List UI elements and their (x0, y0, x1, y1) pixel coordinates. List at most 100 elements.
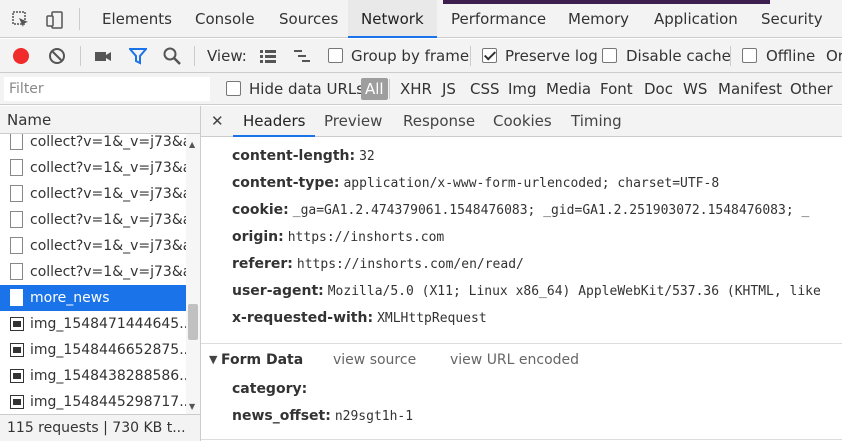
filter-type-doc[interactable]: Doc (644, 73, 673, 105)
tab-memory[interactable]: Memory (568, 0, 629, 38)
group-by-frame-checkbox[interactable] (328, 48, 343, 63)
request-name: collect?v=1&_v=j73&a... (30, 160, 186, 176)
disable-cache-label: Disable cache (626, 47, 731, 65)
header-name: content-type: (232, 175, 340, 191)
filter-type-xhr[interactable]: XHR (400, 73, 432, 105)
request-row[interactable]: collect?v=1&_v=j73&a... (0, 207, 186, 233)
header-name: content-length: (232, 148, 356, 164)
tab-network[interactable]: Network (348, 0, 437, 38)
view-url-encoded-link[interactable]: view URL encoded (450, 344, 579, 376)
header-value: XMLHttpRequest (377, 311, 487, 326)
filter-type-other[interactable]: Other (790, 73, 833, 105)
header-name: cookie: (232, 202, 289, 218)
collapse-triangle-icon[interactable]: ▼ (209, 344, 217, 376)
header-value: https://inshorts.com/en/read/ (296, 257, 524, 272)
request-row[interactable]: img_1548438288586... (0, 363, 186, 389)
image-icon (10, 343, 24, 357)
scroll-up-arrow-icon[interactable]: ▲ (189, 140, 195, 149)
header-value: n29sgt1h-1 (334, 409, 414, 424)
header-value: https://inshorts.com (287, 230, 445, 245)
header-name: user-agent: (232, 283, 324, 299)
search-icon[interactable] (163, 47, 181, 65)
header-row: cookie: _ga=GA1.2.474379061.1548476083; _… (232, 200, 809, 220)
request-list-scrollbar[interactable] (186, 134, 200, 414)
request-name: collect?v=1&_v=j73&a... (30, 186, 186, 202)
tab-sources[interactable]: Sources (279, 0, 338, 38)
filter-type-manifest[interactable]: Manifest (718, 73, 782, 105)
preserve-log-checkbox[interactable] (482, 48, 497, 63)
filter-type-all[interactable]: All (361, 78, 388, 100)
offline-checkbox[interactable] (742, 48, 757, 63)
header-row: content-length: 32 (232, 146, 375, 166)
toolbar-separator (470, 46, 471, 66)
name-column-header[interactable]: Name (0, 106, 200, 134)
tab-cookies[interactable]: Cookies (493, 106, 552, 137)
request-name: collect?v=1&_v=j73&a... (30, 134, 186, 150)
request-row[interactable]: collect?v=1&_v=j73&a... (0, 134, 186, 155)
toolbar-separator (730, 46, 731, 66)
request-row[interactable]: more_news (0, 285, 186, 311)
view-label: View: (207, 47, 247, 65)
request-row[interactable]: collect?v=1&_v=j73&a... (0, 233, 186, 259)
throttling-select[interactable]: Or (826, 39, 842, 73)
tab-preview[interactable]: Preview (324, 106, 382, 137)
request-name: collect?v=1&_v=j73&a... (30, 238, 186, 254)
header-name: origin: (232, 229, 284, 245)
disable-cache-checkbox[interactable] (602, 48, 617, 63)
tab-elements[interactable]: Elements (102, 0, 172, 38)
filter-type-media[interactable]: Media (546, 73, 591, 105)
request-row[interactable]: img_1548445298717... (0, 389, 186, 414)
form-data-section-header[interactable]: ▼ Form Data view source view URL encoded (201, 344, 842, 376)
hide-data-urls-checkbox[interactable] (226, 81, 241, 96)
close-details-icon[interactable]: ✕ (211, 106, 224, 137)
scrollbar-thumb[interactable] (188, 304, 198, 340)
filter-type-ws[interactable]: WS (683, 73, 707, 105)
tab-response[interactable]: Response (403, 106, 475, 137)
request-summary-status: 115 requests | 730 KB t... (0, 414, 200, 441)
request-name: img_1548438288586... (30, 368, 186, 384)
view-source-link[interactable]: view source (333, 344, 416, 376)
record-icon[interactable] (12, 47, 30, 65)
document-icon (10, 263, 23, 280)
large-rows-icon[interactable] (259, 47, 277, 65)
capture-screenshots-icon[interactable] (94, 47, 112, 65)
request-name: img_1548446652875... (30, 342, 186, 358)
clear-icon[interactable] (48, 47, 66, 65)
request-row[interactable]: img_1548471444645... (0, 311, 186, 337)
tab-security[interactable]: Security (761, 0, 823, 38)
tab-headers[interactable]: Headers (233, 106, 316, 137)
filter-type-js[interactable]: JS (442, 73, 456, 105)
filter-type-css[interactable]: CSS (470, 73, 500, 105)
header-name: news_offset: (232, 408, 331, 424)
request-row[interactable]: collect?v=1&_v=j73&a... (0, 181, 186, 207)
document-icon (10, 159, 23, 176)
request-list: collect?v=1&_v=j73&a... collect?v=1&_v=j7… (0, 134, 200, 414)
image-icon (10, 369, 24, 383)
tab-console[interactable]: Console (195, 0, 255, 38)
request-row[interactable]: collect?v=1&_v=j73&a... (0, 155, 186, 181)
request-row[interactable]: collect?v=1&_v=j73&a... (0, 259, 186, 285)
filter-icon[interactable] (127, 47, 149, 65)
filter-input[interactable] (4, 77, 210, 101)
document-icon (10, 134, 23, 150)
filter-type-img[interactable]: Img (508, 73, 537, 105)
request-row[interactable]: img_1548446652875... (0, 337, 186, 363)
tab-timing[interactable]: Timing (571, 106, 622, 137)
inspect-element-icon[interactable] (12, 11, 30, 29)
header-value: application/x-www-form-urlencoded; chars… (343, 176, 720, 191)
detail-tab-bar: ✕ Headers Preview Response Cookies Timin… (201, 106, 842, 137)
tab-application[interactable]: Application (654, 0, 738, 38)
image-icon (10, 395, 24, 409)
offline-label: Offline (766, 47, 816, 65)
tab-performance[interactable]: Performance (451, 0, 546, 38)
document-icon (10, 289, 23, 306)
header-row: user-agent: Mozilla/5.0 (X11; Linux x86_6… (232, 281, 821, 301)
form-data-title: Form Data (221, 352, 304, 368)
request-name: img_1548445298717... (30, 394, 186, 410)
scroll-down-arrow-icon[interactable]: ▼ (189, 402, 195, 411)
header-row: origin: https://inshorts.com (232, 227, 444, 247)
device-toolbar-icon[interactable] (46, 11, 64, 29)
preserve-log-label: Preserve log (505, 47, 598, 65)
filter-type-font[interactable]: Font (600, 73, 633, 105)
overview-waterfall-icon[interactable] (293, 47, 311, 65)
